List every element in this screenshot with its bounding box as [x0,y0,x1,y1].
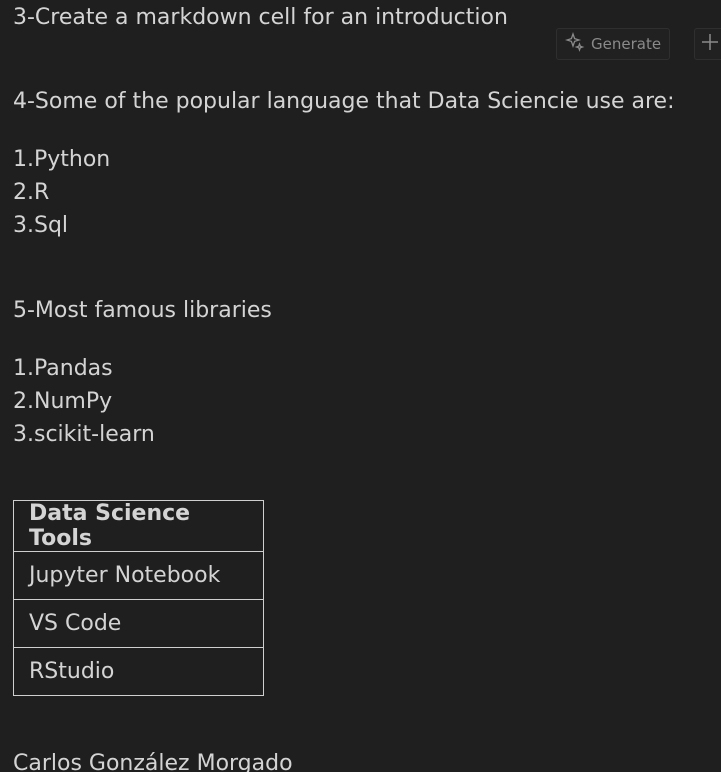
notebook-output-area: 3-Create a markdown cell for an introduc… [0,0,721,772]
table-header-row: Data Science Tools [13,500,264,552]
table-row: VS Code [13,599,264,648]
table-row: Jupyter Notebook [13,551,264,600]
table-header-cell: Data Science Tools [13,500,264,552]
intro-heading: 3-Create a markdown cell for an introduc… [13,5,508,30]
sparkle-icon [564,32,585,56]
list-item: 3.scikit-learn [13,422,155,447]
list-item: 2.NumPy [13,389,113,414]
list-item: 3.Sql [13,213,69,238]
list-item: 1.Pandas [13,356,113,381]
list-item: 2.R [13,180,50,205]
cell-toolbar: Generate [556,28,721,60]
languages-heading: 4-Some of the popular language that Data… [13,89,675,114]
libraries-heading: 5-Most famous libraries [13,298,272,323]
author-name: Carlos González Morgado [13,751,293,772]
list-item: 1.Python [13,147,111,172]
table-cell: RStudio [13,647,264,696]
table-cell: VS Code [13,599,264,648]
table-cell: Jupyter Notebook [13,551,264,600]
generate-label: Generate [591,35,662,53]
plus-icon [701,33,719,55]
data-science-tools-table: Data Science Tools Jupyter Notebook VS C… [13,500,264,696]
table-row: RStudio [13,647,264,696]
add-cell-button[interactable] [694,28,721,60]
generate-button[interactable]: Generate [556,28,671,60]
